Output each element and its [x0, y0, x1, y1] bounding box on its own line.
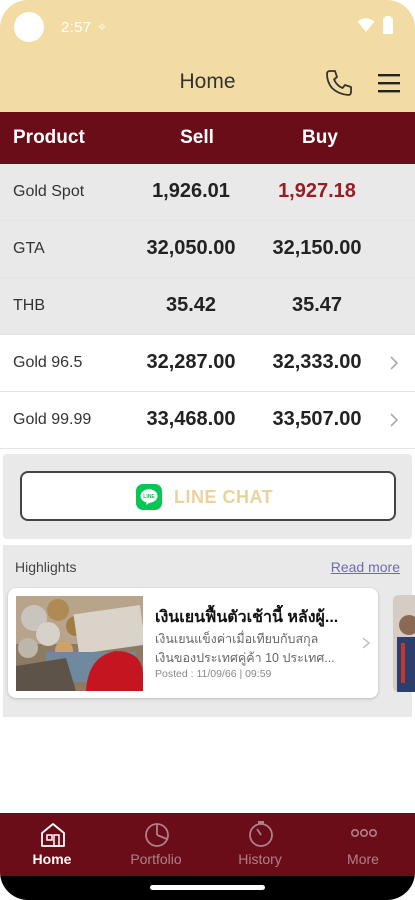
buy-price: 33,507.00: [272, 408, 362, 430]
chevron-right-icon: [390, 356, 399, 370]
sell-price: 33,468.00: [146, 408, 236, 430]
app-bar: 2:57 ⟡ Home: [0, 0, 415, 112]
nav-home[interactable]: Home: [2, 813, 102, 876]
status-icons: [357, 16, 393, 34]
notification-icon: ⟡: [98, 19, 106, 33]
sell-price: 1,926.01: [152, 180, 230, 202]
sell-price: 32,287.00: [146, 351, 236, 373]
news-thumbnail: [16, 596, 143, 691]
price-table-header: Product Sell Buy: [0, 112, 415, 164]
buy-price: 1,927.18: [278, 180, 356, 202]
buy-price: 32,150.00: [272, 237, 362, 259]
wifi-icon: [357, 18, 375, 32]
nav-more[interactable]: More: [313, 813, 413, 876]
product-name: GTA: [13, 240, 45, 257]
buy-price: 35.47: [291, 294, 343, 316]
price-row-gold-99-99[interactable]: Gold 99.99 33,468.00 33,507.00: [0, 392, 415, 449]
chevron-right-icon: [390, 413, 399, 427]
line-bubble-icon: LINE: [140, 489, 158, 505]
nav-history[interactable]: History: [210, 813, 310, 876]
camera-cutout: [14, 12, 44, 42]
nav-portfolio[interactable]: Portfolio: [106, 813, 206, 876]
nav-history-label: History: [238, 851, 282, 867]
news-thumbnail-next: [393, 595, 415, 692]
line-app-icon: LINE: [136, 484, 162, 510]
product-name: Gold 96.5: [13, 354, 83, 371]
line-chat-label: LINE CHAT: [174, 487, 274, 507]
nav-home-label: Home: [32, 851, 72, 867]
home-icon: [41, 823, 65, 847]
line-chat-panel: LINE LINE CHAT: [3, 454, 412, 539]
news-description-line-1: เงินเยนแข็งค่าเมื่อเทียบกับสกุล: [155, 632, 319, 646]
nav-more-label: More: [347, 851, 379, 867]
price-row-thb: THB 35.42 35.47: [0, 278, 415, 335]
line-chat-button[interactable]: LINE LINE CHAT: [20, 471, 396, 521]
news-posted-date: Posted : 11/09/66 | 09:59: [155, 668, 272, 680]
product-name: Gold 99.99: [13, 411, 92, 428]
news-card[interactable]: เงินเยนฟื้นตัวเช้านี้ หลังผู้... เงินเยน…: [8, 588, 378, 698]
highlights-title: Highlights: [15, 559, 77, 575]
highlights-section: Highlights Read more เงินเยนฟื้นตัวเช้าน…: [3, 545, 415, 717]
product-name: Gold Spot: [13, 183, 85, 200]
product-name: THB: [13, 297, 45, 314]
sell-price: 32,050.00: [146, 237, 236, 259]
status-time: 2:57: [61, 19, 92, 36]
price-row-gold-spot: Gold Spot 1,926.01 1,927.18: [0, 164, 415, 221]
news-description: เงินเยนแข็งค่าเมื่อเทียบกับสกุล เงินของป…: [155, 630, 350, 668]
news-card-next[interactable]: [393, 595, 415, 692]
more-dots-icon: [350, 829, 377, 838]
home-gesture-bar[interactable]: [150, 885, 265, 890]
nav-portfolio-label: Portfolio: [130, 851, 182, 867]
column-buy: Buy: [302, 127, 338, 148]
pie-chart-icon: [145, 823, 169, 847]
sell-price: 35.42: [165, 294, 217, 316]
phone-screen: 2:57 ⟡ Home Product Sell Buy Gold Spot 1…: [0, 0, 415, 900]
column-sell: Sell: [180, 127, 214, 148]
buy-price: 32,333.00: [272, 351, 362, 373]
price-row-gold-96-5[interactable]: Gold 96.5 32,287.00 32,333.00: [0, 335, 415, 392]
svg-text:LINE: LINE: [143, 494, 155, 500]
status-bar: 2:57 ⟡: [0, 0, 415, 56]
gesture-area: [0, 876, 415, 900]
column-product: Product: [13, 127, 85, 148]
price-row-gta: GTA 32,050.00 32,150.00: [0, 221, 415, 278]
read-more-link[interactable]: Read more: [331, 559, 400, 575]
battery-icon: [383, 16, 393, 34]
chevron-right-icon: [362, 637, 371, 649]
phone-icon[interactable]: [324, 68, 354, 98]
news-title: เงินเยนฟื้นตัวเช้านี้ หลังผู้...: [155, 609, 339, 626]
news-description-line-2: เงินของประเทศคู่ค้า 10 ประเทศ...: [155, 651, 335, 665]
bottom-navigation: Home Portfolio History More: [0, 813, 415, 876]
history-clock-icon: [249, 821, 273, 847]
hamburger-menu-icon[interactable]: [376, 70, 402, 96]
